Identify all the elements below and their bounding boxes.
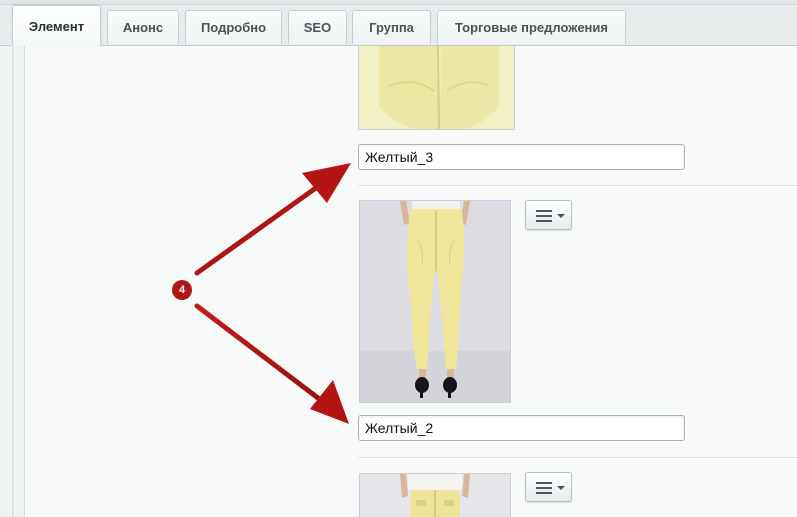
image-name-field-2[interactable] [358, 415, 685, 441]
hamburger-menu-icon [536, 210, 552, 222]
tab-bar-topline [0, 0, 797, 5]
yellow-pants-photo-icon [360, 474, 510, 517]
tab-announce[interactable]: Анонс [107, 10, 179, 44]
hamburger-menu-icon [536, 482, 552, 494]
chevron-down-icon [557, 486, 565, 490]
tab-trade-offers[interactable]: Торговые предложения [437, 10, 626, 44]
tab-group[interactable]: Группа [352, 10, 431, 44]
image-thumbnail-3[interactable] [359, 473, 511, 517]
separator-2 [358, 457, 797, 458]
tab-details[interactable]: Подробно [185, 10, 282, 44]
yellow-pants-photo-icon [359, 46, 514, 129]
image-thumbnail-1[interactable] [358, 46, 515, 130]
tab-element[interactable]: Элемент [12, 5, 101, 47]
image-actions-menu-button-3[interactable] [525, 472, 572, 502]
image-actions-menu-button-2[interactable] [525, 200, 572, 230]
tab-bar: Элемент Анонс Подробно SEO Группа Торгов… [0, 0, 797, 47]
separator-1 [358, 185, 797, 186]
image-name-field-1[interactable] [358, 144, 685, 170]
left-gutter-line [12, 46, 14, 517]
annotation-number-badge: 4 [172, 280, 192, 300]
yellow-pants-photo-icon [360, 201, 510, 402]
image-thumbnail-2[interactable] [359, 200, 511, 403]
tab-seo[interactable]: SEO [288, 10, 347, 44]
chevron-down-icon [557, 214, 565, 218]
